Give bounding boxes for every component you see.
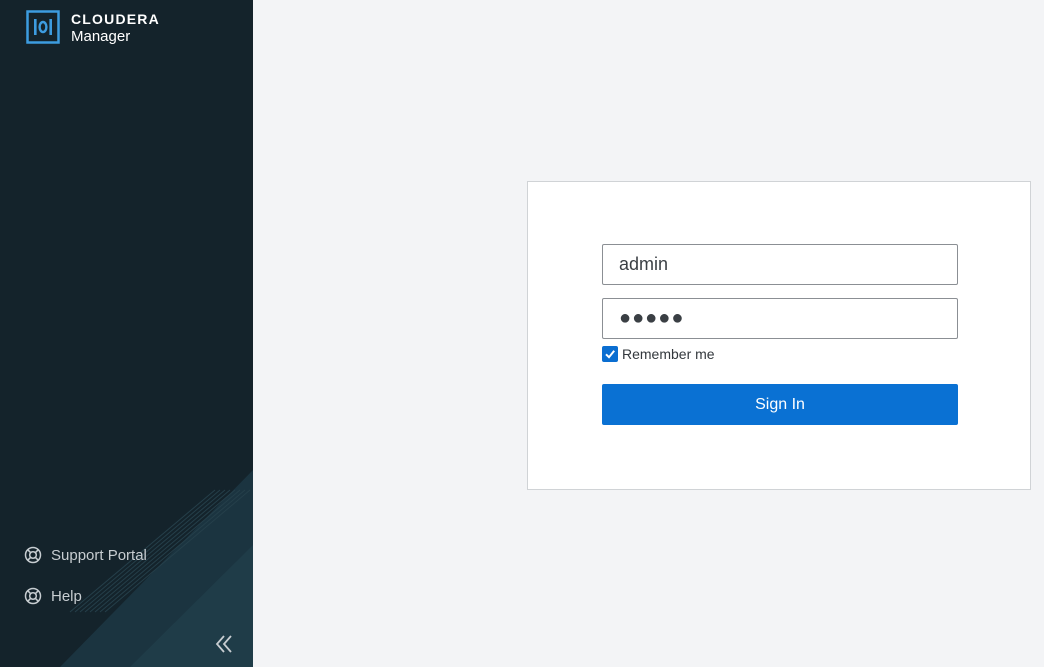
help-link[interactable]: Help xyxy=(24,587,82,605)
remember-me-label[interactable]: Remember me xyxy=(622,346,715,362)
remember-me: Remember me xyxy=(602,346,715,362)
lifebuoy-icon xyxy=(24,546,42,564)
lifebuoy-icon xyxy=(24,587,42,605)
collapse-sidebar-icon[interactable] xyxy=(212,632,236,656)
cloudera-logo[interactable]: CLOUDERA Manager xyxy=(26,10,160,44)
password-input[interactable] xyxy=(602,298,958,339)
sign-in-button[interactable]: Sign In xyxy=(602,384,958,425)
username-input[interactable] xyxy=(602,244,958,285)
sidebar-background-decoration xyxy=(60,470,253,667)
brand-name: CLOUDERA xyxy=(71,10,160,27)
login-card: Remember me Sign In xyxy=(527,181,1031,490)
product-name: Manager xyxy=(71,27,131,45)
sidebar: CLOUDERA Manager Support Portal Help xyxy=(0,0,253,667)
support-portal-link[interactable]: Support Portal xyxy=(24,546,147,564)
help-label: Help xyxy=(51,587,82,605)
support-portal-label: Support Portal xyxy=(51,546,147,564)
checkmark-icon xyxy=(605,350,615,359)
remember-me-checkbox[interactable] xyxy=(602,346,618,362)
cloudera-logo-icon xyxy=(26,10,60,44)
